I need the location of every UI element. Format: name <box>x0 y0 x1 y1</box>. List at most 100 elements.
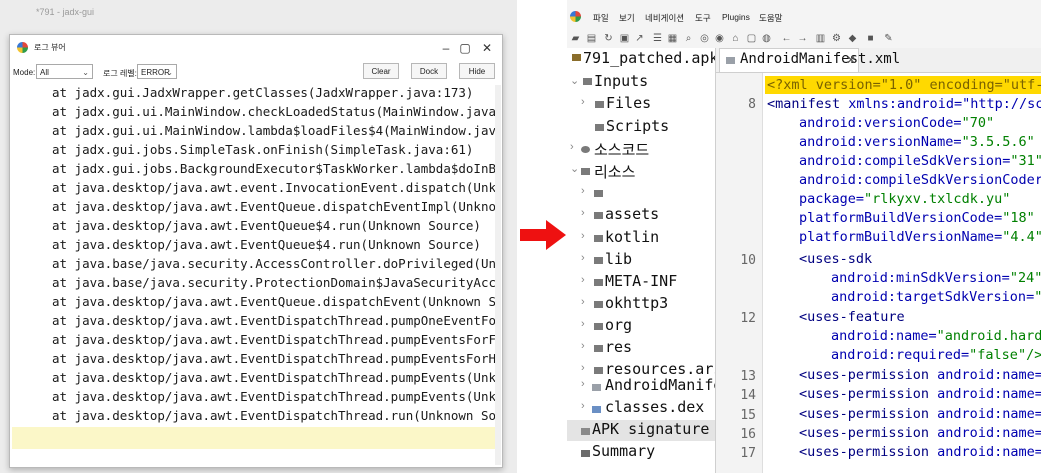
code-line-permission: <uses-permission android:name= <box>799 386 1041 402</box>
attr-name: android:name= <box>831 328 937 344</box>
chevron-right-icon[interactable]: › <box>581 185 585 197</box>
tree-folder-org[interactable]: org <box>605 316 632 334</box>
main-toolbar: ▰ ▤ ↻ ▣ ↗ ☰ ▦ ⌕ ◎ ◉ ⌂ ▢ ◍ ← → ▥ ⚙ ◆ ■ ✎ <box>567 30 1041 49</box>
chevron-right-icon[interactable]: › <box>570 141 574 153</box>
maximize-icon[interactable]: ▢ <box>456 40 474 56</box>
stop-icon[interactable]: ■ <box>865 33 876 44</box>
chevron-right-icon[interactable]: › <box>581 252 585 264</box>
tree-scripts[interactable]: Scripts <box>606 117 669 135</box>
wrench-icon[interactable]: ✎ <box>883 33 894 44</box>
tree-root-apk[interactable]: 791_patched.apk <box>583 49 715 67</box>
reload-icon[interactable]: ↻ <box>603 33 614 44</box>
chevron-down-icon[interactable]: ⌄ <box>570 162 579 175</box>
chevron-right-icon[interactable]: › <box>581 362 585 374</box>
uses-permission-tag: <uses-permission <box>799 444 930 460</box>
attr-value: "4.4" <box>1002 229 1041 245</box>
tab-label: AndroidManifest.xml <box>740 51 901 67</box>
search-icon[interactable]: ⌕ <box>683 33 694 44</box>
attr-value: "android.hard <box>936 328 1041 344</box>
chevron-right-icon[interactable]: › <box>581 96 585 108</box>
log-viewer-icon[interactable]: ▥ <box>815 33 826 44</box>
menu-file[interactable]: 파일 <box>593 12 609 24</box>
log-line: at java.desktop/java.awt.EventQueue.disp… <box>52 199 496 214</box>
tree-folder-kotlin[interactable]: kotlin <box>605 228 659 246</box>
minimize-icon[interactable]: – <box>437 40 455 56</box>
deobfuscate-icon[interactable]: ◍ <box>761 33 772 44</box>
vertical-scrollbar[interactable] <box>495 85 501 465</box>
uses-permission-tag: <uses-permission <box>799 367 930 383</box>
chevron-right-icon[interactable]: › <box>581 340 585 352</box>
attr-value: "3.5.5.6" <box>961 134 1035 150</box>
tree-android-manifest[interactable]: AndroidManife <box>605 376 715 394</box>
home-icon[interactable]: ⌂ <box>730 33 741 44</box>
tree-folder-lib[interactable]: lib <box>605 250 632 268</box>
attr-name: package= <box>799 191 865 207</box>
chevron-right-icon[interactable]: › <box>581 400 585 412</box>
summary-icon <box>581 450 590 457</box>
hide-button[interactable]: Hide <box>459 63 495 79</box>
code-line-permission: <uses-permission android:name= <box>799 367 1041 383</box>
log-line: at java.desktop/java.awt.event.Invocatio… <box>52 180 496 195</box>
uses-permission-tag: <uses-permission <box>799 406 930 422</box>
line-number: 15 <box>740 408 756 423</box>
attr-value: "18" <box>1002 210 1035 226</box>
code-line-attr: platformBuildVersionCode="18" <box>799 210 1035 226</box>
close-icon[interactable]: ✕ <box>478 40 496 56</box>
code-line-attr: package="rlkyxv.txlcdk.yu" <box>799 191 1010 207</box>
tree-summary[interactable]: Summary <box>592 442 655 460</box>
export-icon[interactable]: ↗ <box>634 33 645 44</box>
tree-inputs[interactable]: Inputs <box>594 72 648 90</box>
forward-icon[interactable]: → <box>797 33 808 44</box>
folder-icon <box>583 78 592 85</box>
save-icon[interactable]: ▣ <box>619 33 630 44</box>
find-usage-icon[interactable]: ◉ <box>714 33 725 44</box>
dock-button[interactable]: Dock <box>411 63 447 79</box>
log-text-area[interactable]: at jadx.gui.JadxWrapper.getClasses(JadxW… <box>12 85 496 425</box>
quark-icon[interactable]: ◆ <box>847 33 858 44</box>
menu-view[interactable]: 보기 <box>619 12 635 24</box>
tree-folder-okhttp3[interactable]: okhttp3 <box>605 294 668 312</box>
tree-folder-meta-inf[interactable]: META-INF <box>605 272 677 290</box>
menu-tools[interactable]: 도구 <box>695 12 711 24</box>
menu-navigation[interactable]: 네비게이션 <box>645 12 684 24</box>
chevron-right-icon[interactable]: › <box>581 296 585 308</box>
clear-button[interactable]: Clear <box>363 63 399 79</box>
flatten-icon[interactable]: ☰ <box>652 33 663 44</box>
chevron-down-icon[interactable]: ⌄ <box>570 74 579 87</box>
tree-source-code[interactable]: 소스코드 <box>594 139 649 160</box>
log-line: at java.desktop/java.awt.EventDispatchTh… <box>52 351 496 366</box>
folder-icon <box>594 345 603 352</box>
log-line: at jadx.gui.JadxWrapper.getClasses(JadxW… <box>52 85 474 100</box>
attr-name: android:name= <box>929 406 1041 422</box>
code-line-permission: <uses-permission android:name= <box>799 425 1041 441</box>
chevron-right-icon[interactable]: › <box>581 207 585 219</box>
back-icon[interactable]: ← <box>781 33 792 44</box>
menu-plugins[interactable]: Plugins <box>722 12 750 22</box>
tree-resources[interactable]: 리소스 <box>594 161 635 182</box>
level-select[interactable]: ERROR ⌄ <box>137 64 177 79</box>
find-class-icon[interactable]: ◎ <box>699 33 710 44</box>
chevron-right-icon[interactable]: › <box>581 378 585 390</box>
tree-apk-signature[interactable]: APK signature <box>592 420 709 438</box>
code-line-attr: android:versionCode="70" <box>799 115 994 131</box>
sync-tree-icon[interactable]: ▦ <box>667 33 678 44</box>
tree-files[interactable]: Files <box>606 94 651 112</box>
mode-select[interactable]: All ⌄ <box>36 64 93 79</box>
chevron-right-icon[interactable]: › <box>581 318 585 330</box>
tab-android-manifest[interactable]: AndroidManifest.xml ✕ <box>719 48 900 72</box>
background-window-title: *791 - jadx-gui <box>36 7 95 17</box>
tree-folder-res[interactable]: res <box>605 338 632 356</box>
chevron-right-icon[interactable]: › <box>581 274 585 286</box>
code-editor[interactable]: <?xml version="1.0" encoding="utf- <mani… <box>763 73 1041 473</box>
open-folder-icon[interactable]: ▰ <box>570 33 581 44</box>
menu-help[interactable]: 도움말 <box>759 12 782 24</box>
settings-icon[interactable]: ⚙ <box>831 33 842 44</box>
jadx-app-icon <box>570 11 581 22</box>
chevron-right-icon[interactable]: › <box>581 230 585 242</box>
code-line-attr: android:compileSdkVersion="31" <box>799 153 1041 169</box>
preview-icon[interactable]: ▢ <box>746 33 757 44</box>
close-tab-icon[interactable]: ✕ <box>846 53 856 67</box>
add-files-icon[interactable]: ▤ <box>586 33 597 44</box>
tree-folder-assets[interactable]: assets <box>605 205 659 223</box>
tree-classes-dex[interactable]: classes.dex <box>605 398 704 416</box>
